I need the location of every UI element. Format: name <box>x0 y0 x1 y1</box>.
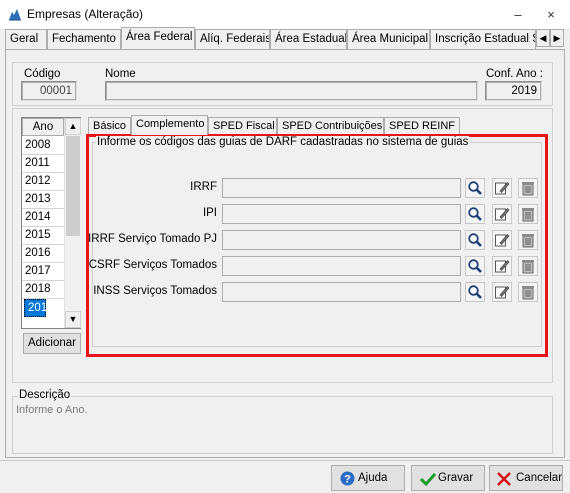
svg-text:?: ? <box>344 474 351 486</box>
year-row[interactable]: 2018 <box>22 281 64 299</box>
edit-icon[interactable] <box>492 282 512 302</box>
inner-tab-strip: Básico Complemento SPED Fiscal SPED Cont… <box>88 115 548 135</box>
tab-geral[interactable]: Geral <box>5 29 47 49</box>
edit-icon[interactable] <box>492 178 512 198</box>
conf-ano-label: Conf. Ano : <box>486 68 543 80</box>
tab-sped-reinf[interactable]: SPED REINF <box>384 117 460 135</box>
year-grid[interactable]: Ano 2008 2011 2012 2013 2014 2015 2016 2… <box>21 117 81 329</box>
year-row[interactable]: 2008 <box>22 137 64 155</box>
year-row[interactable]: 2013 <box>22 191 64 209</box>
tab-inscricao-estadual[interactable]: Inscrição Estadual S <box>430 29 536 49</box>
edit-icon[interactable] <box>492 204 512 224</box>
csrf-field[interactable] <box>222 256 461 276</box>
year-row[interactable]: 2016 <box>22 245 64 263</box>
tab-sped-contribuicoes[interactable]: SPED Contribuições <box>277 117 384 135</box>
year-grid-header: Ano <box>22 118 64 136</box>
search-icon[interactable] <box>465 204 485 224</box>
description-caption: Descrição <box>18 389 72 401</box>
search-icon[interactable] <box>465 282 485 302</box>
help-button-label: Ajuda <box>358 472 388 484</box>
save-button[interactable]: Gravar <box>411 465 485 491</box>
inss-field[interactable] <box>222 282 461 302</box>
scroll-down-icon[interactable]: ▼ <box>65 311 81 328</box>
tab-scroll-left-icon[interactable]: ◀ <box>536 29 550 47</box>
scroll-thumb[interactable] <box>66 136 80 236</box>
inss-label: INSS Serviços Tomados <box>93 285 217 297</box>
help-button[interactable]: ? Ajuda <box>331 465 405 491</box>
ipi-label: IPI <box>202 207 217 219</box>
save-button-label: Gravar <box>438 472 474 484</box>
search-icon[interactable] <box>465 256 485 276</box>
year-row-selected[interactable]: 2019 <box>24 299 54 317</box>
year-grid-scrollbar[interactable]: ▲ ▼ <box>64 118 81 328</box>
cancel-button[interactable]: Cancelar <box>489 465 563 491</box>
codigo-value: 00001 <box>22 82 76 100</box>
trash-icon[interactable] <box>518 256 538 276</box>
check-icon <box>420 472 436 486</box>
help-icon: ? <box>340 471 355 486</box>
description-group <box>12 396 553 454</box>
nome-value <box>106 82 477 100</box>
description-text: Informe o Ano. <box>16 404 88 416</box>
year-row[interactable]: 2014 <box>22 209 64 227</box>
trash-icon[interactable] <box>518 230 538 250</box>
ipi-field[interactable] <box>222 204 461 224</box>
tab-aliq-federais[interactable]: Alíq. Federais <box>195 29 270 49</box>
tab-basico[interactable]: Básico <box>88 117 131 135</box>
irrf-servico-field[interactable] <box>222 230 461 250</box>
year-row[interactable]: 2015 <box>22 227 64 245</box>
window-title: Empresas (Alteração) <box>27 7 144 21</box>
search-icon[interactable] <box>465 230 485 250</box>
nome-label: Nome <box>105 68 136 80</box>
codigo-field[interactable]: 00001 <box>21 81 77 101</box>
irrf-label: IRRF <box>190 181 217 193</box>
top-tab-strip: Geral Fechamento Área Federal Alíq. Fede… <box>3 27 567 49</box>
year-row[interactable]: 2011 <box>22 155 64 173</box>
codigo-label: Código <box>24 68 61 80</box>
tab-area-federal[interactable]: Área Federal <box>121 27 195 49</box>
scroll-up-icon[interactable]: ▲ <box>65 118 81 135</box>
tab-area-municipal[interactable]: Área Municipal <box>347 29 430 49</box>
irrf-servico-label: IRRF Serviço Tomado PJ <box>88 233 217 245</box>
year-row[interactable]: 2012 <box>22 173 64 191</box>
trash-icon[interactable] <box>518 204 538 224</box>
trash-icon[interactable] <box>518 282 538 302</box>
csrf-label: CSRF Serviços Tomados <box>88 259 217 271</box>
close-button[interactable]: × <box>543 8 559 22</box>
tab-scroll-right-icon[interactable]: ▶ <box>550 29 564 47</box>
search-icon[interactable] <box>465 178 485 198</box>
tab-sped-fiscal[interactable]: SPED Fiscal <box>208 117 277 135</box>
conf-ano-field[interactable]: 2019 <box>485 81 542 101</box>
trash-icon[interactable] <box>518 178 538 198</box>
year-row[interactable]: 2017 <box>22 263 64 281</box>
tab-area-estadual[interactable]: Área Estadual <box>270 29 347 49</box>
cancel-button-label: Cancelar <box>516 472 563 484</box>
edit-icon[interactable] <box>492 230 512 250</box>
darf-group-caption: Informe os códigos das guias de DARF cad… <box>96 136 470 148</box>
title-bar: Empresas (Alteração) – × <box>0 0 570 30</box>
conf-ano-value: 2019 <box>486 82 541 100</box>
app-icon <box>9 9 21 21</box>
tab-fechamento[interactable]: Fechamento <box>47 29 121 49</box>
tab-complemento[interactable]: Complemento <box>131 115 208 135</box>
nome-field[interactable] <box>105 81 478 101</box>
minimize-button[interactable]: – <box>510 8 526 22</box>
edit-icon[interactable] <box>492 256 512 276</box>
add-year-button[interactable]: Adicionar <box>23 333 81 354</box>
cancel-x-icon <box>497 472 511 486</box>
irrf-field[interactable] <box>222 178 461 198</box>
